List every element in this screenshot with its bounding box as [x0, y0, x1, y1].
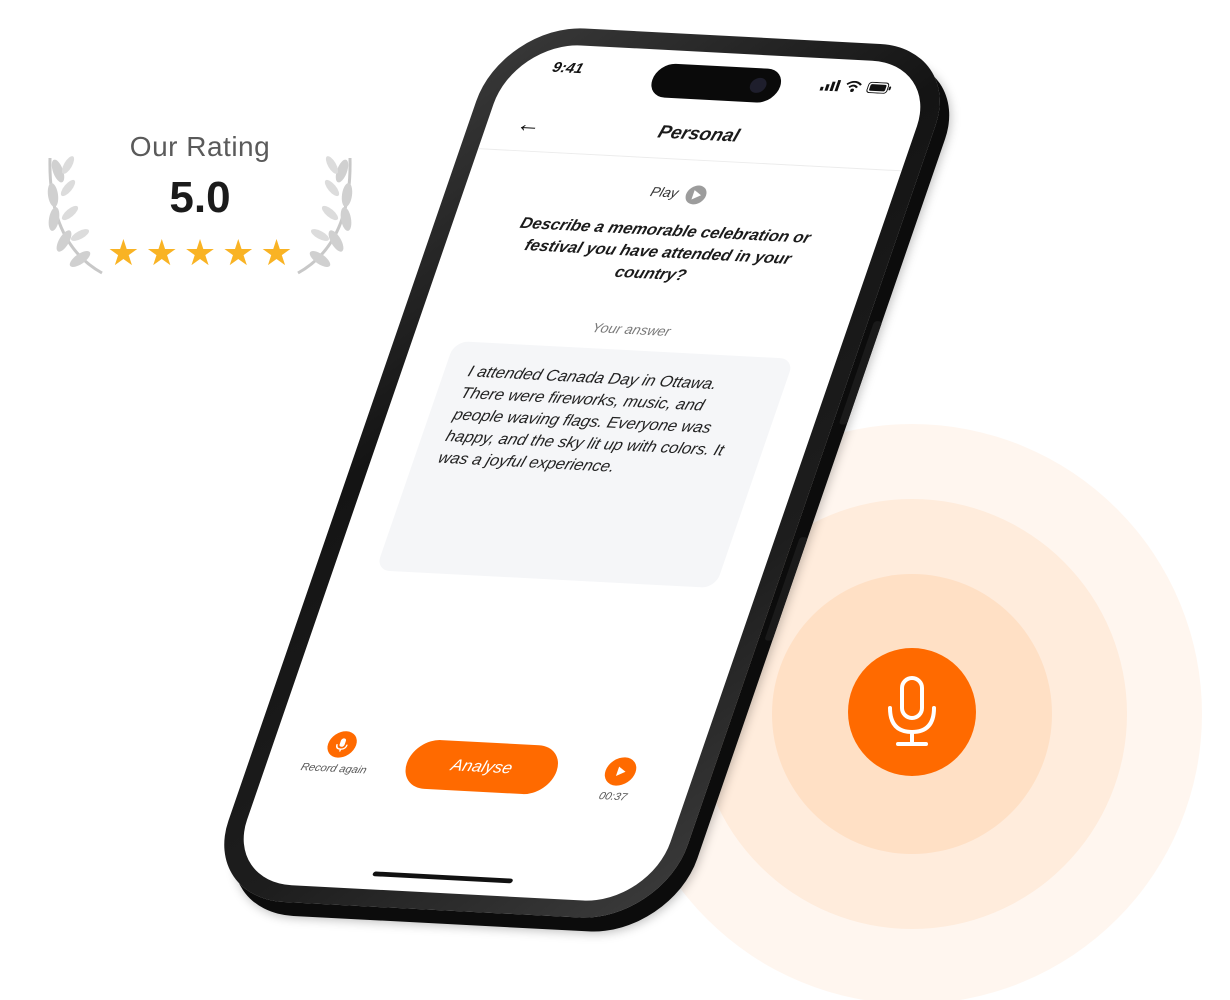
rating-title: Our Rating	[129, 131, 271, 162]
microphone-icon	[336, 737, 348, 752]
star-icon: ★	[183, 232, 217, 273]
camera-icon	[747, 77, 769, 94]
microphone-button[interactable]	[848, 648, 976, 776]
play-recording-button[interactable]	[600, 756, 641, 787]
record-again-label: Record again	[299, 761, 369, 777]
landing-hero: Our Rating 5.0 ★ ★ ★ ★ ★ 9:41 ← Personal…	[0, 0, 1230, 1000]
wifi-icon	[846, 80, 862, 92]
status-time: 9:41	[550, 59, 586, 77]
star-rating: ★ ★ ★ ★ ★	[100, 235, 300, 271]
answer-textbox[interactable]: I attended Canada Day in Ottawa. There w…	[375, 341, 795, 589]
rating-score: 5.0	[169, 173, 231, 222]
star-icon: ★	[222, 232, 255, 273]
star-icon: ★	[145, 232, 178, 273]
play-label: Play	[648, 183, 681, 201]
play-button[interactable]: Play	[463, 174, 893, 215]
star-icon: ★	[107, 232, 140, 273]
star-icon: ★	[260, 232, 293, 273]
record-again-button[interactable]	[323, 730, 361, 759]
home-indicator	[372, 871, 514, 884]
microphone-icon	[888, 676, 936, 746]
battery-icon	[866, 81, 892, 94]
answer-text: I attended Canada Day in Ottawa. There w…	[435, 362, 727, 476]
rating-badge: Our Rating 5.0 ★ ★ ★ ★ ★	[40, 125, 360, 285]
dynamic-island	[646, 62, 786, 104]
analyse-button[interactable]: Analyse	[398, 738, 566, 796]
status-icons	[819, 79, 893, 94]
signal-icon	[819, 80, 842, 92]
question-text: Describe a memorable celebration or fest…	[517, 214, 814, 284]
action-bar: Record again Analyse 00:37	[254, 724, 703, 821]
screen-header: ← Personal	[477, 100, 919, 172]
page-title: Personal	[655, 122, 743, 147]
play-icon	[682, 185, 709, 205]
recording-duration: 00:37	[597, 790, 629, 804]
